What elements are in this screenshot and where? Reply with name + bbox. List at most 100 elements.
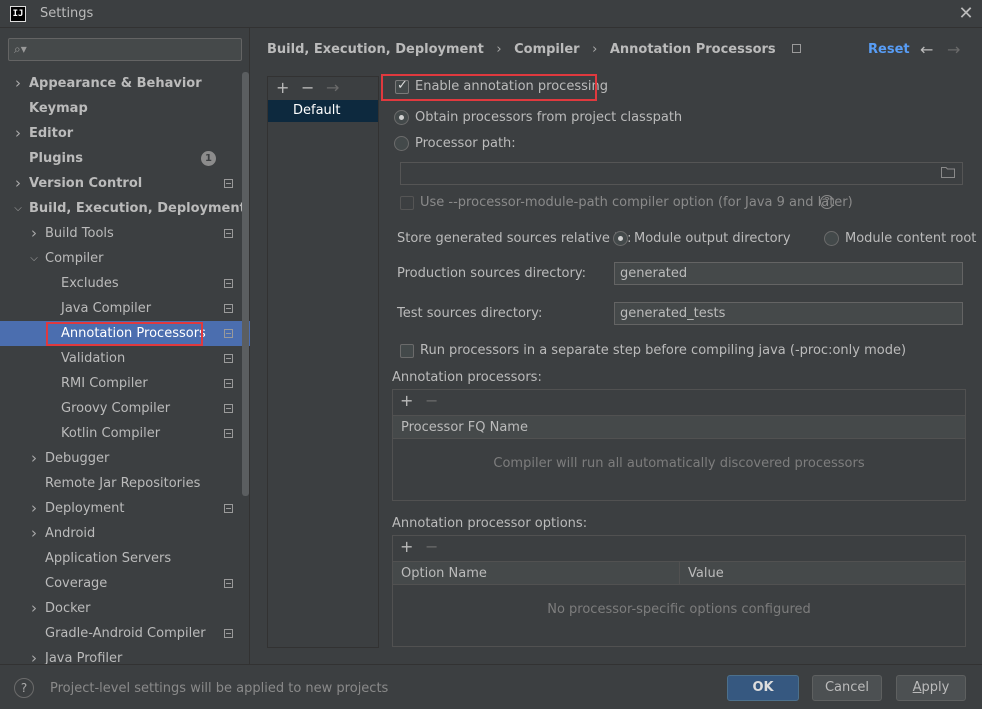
chevron-right-icon[interactable]: › xyxy=(12,171,24,196)
test-dir-input[interactable]: generated_tests xyxy=(614,302,963,325)
sidebar-item-application-servers[interactable]: Application Servers xyxy=(0,546,240,571)
help-button[interactable]: ? xyxy=(14,678,34,698)
project-scope-icon xyxy=(224,329,233,338)
obtain-from-classpath-radio[interactable] xyxy=(394,110,409,125)
sidebar-item-groovy-compiler[interactable]: Groovy Compiler xyxy=(0,396,240,421)
chevron-right-icon: › xyxy=(592,42,598,57)
app-logo-icon: IJ xyxy=(10,6,26,22)
sidebar-item-build-tools[interactable]: › Build Tools xyxy=(0,221,240,246)
sidebar-item-android[interactable]: › Android xyxy=(0,521,240,546)
breadcrumb-item-annotation-processors: Annotation Processors xyxy=(609,42,776,57)
breadcrumb-item-build[interactable]: Build, Execution, Deployment xyxy=(267,42,484,57)
settings-search-input[interactable] xyxy=(8,38,242,61)
processor-path-radio[interactable] xyxy=(394,136,409,151)
module-content-root-radio[interactable] xyxy=(824,231,839,246)
sidebar-item-label: Compiler xyxy=(45,251,104,266)
sidebar-item-keymap[interactable]: Keymap xyxy=(0,96,240,121)
remove-processor-button[interactable]: − xyxy=(425,391,438,411)
sidebar-item-editor[interactable]: › Editor xyxy=(0,121,240,146)
chevron-right-icon[interactable]: › xyxy=(12,71,24,96)
forward-arrow-icon[interactable]: → xyxy=(947,40,960,59)
project-scope-icon xyxy=(224,429,233,438)
close-window-button[interactable]: ✕ xyxy=(954,2,978,26)
production-dir-label: Production sources directory: xyxy=(397,266,586,281)
sidebar-item-java-compiler[interactable]: Java Compiler xyxy=(0,296,240,321)
sidebar-item-kotlin-compiler[interactable]: Kotlin Compiler xyxy=(0,421,240,446)
sidebar-item-appearance-behavior[interactable]: › Appearance & Behavior xyxy=(0,71,240,96)
sidebar-item-docker[interactable]: › Docker xyxy=(0,596,240,621)
sidebar-item-label: Kotlin Compiler xyxy=(61,426,161,441)
module-path-option-checkbox[interactable] xyxy=(400,196,414,210)
sidebar-item-debugger[interactable]: › Debugger xyxy=(0,446,240,471)
obtain-from-classpath-label[interactable]: Obtain processors from project classpath xyxy=(415,110,682,125)
apply-button[interactable]: Apply xyxy=(896,675,966,701)
sidebar-item-label: Coverage xyxy=(45,576,108,591)
sidebar-item-label: Gradle-Android Compiler xyxy=(45,626,206,641)
value-column-header[interactable]: Value xyxy=(680,561,965,585)
separate-step-label[interactable]: Run processors in a separate step before… xyxy=(420,343,906,358)
annotation-processors-section-label: Annotation processors: xyxy=(392,370,542,385)
module-content-root-label[interactable]: Module content root xyxy=(845,231,976,246)
breadcrumb-item-compiler[interactable]: Compiler xyxy=(514,42,579,57)
module-path-option-label: Use --processor-module-path compiler opt… xyxy=(420,195,853,210)
annotation-processors-table xyxy=(392,389,966,501)
project-scope-icon xyxy=(224,304,233,313)
sidebar-item-label: Validation xyxy=(61,351,126,366)
project-scope-icon xyxy=(792,44,802,53)
add-profile-button[interactable]: + xyxy=(276,78,289,98)
chevron-right-icon: › xyxy=(496,42,502,57)
sidebar-item-deployment[interactable]: › Deployment xyxy=(0,496,240,521)
breadcrumb: Build, Execution, Deployment › Compiler … xyxy=(267,42,809,60)
sidebar-item-label: Editor xyxy=(29,126,74,141)
ok-button[interactable]: OK xyxy=(727,675,799,701)
help-icon[interactable]: ? xyxy=(820,195,834,209)
processor-path-field[interactable] xyxy=(400,162,963,185)
updates-badge: 1 xyxy=(201,151,216,166)
chevron-right-icon[interactable]: › xyxy=(28,496,40,521)
processor-path-label[interactable]: Processor path: xyxy=(415,136,516,151)
highlight-annotation-processors-item xyxy=(46,322,203,346)
reset-link[interactable]: Reset xyxy=(868,42,910,57)
sidebar-item-label: RMI Compiler xyxy=(61,376,148,391)
project-scope-icon xyxy=(224,404,233,413)
chevron-right-icon[interactable]: › xyxy=(28,221,40,246)
sidebar-item-compiler[interactable]: ⌵ Compiler xyxy=(0,246,240,271)
sidebar-item-rmi-compiler[interactable]: RMI Compiler xyxy=(0,371,240,396)
move-profile-button[interactable]: → xyxy=(326,78,339,98)
separate-step-checkbox[interactable] xyxy=(400,344,414,358)
sidebar-item-plugins[interactable]: Plugins 1 xyxy=(0,146,240,171)
sidebar-item-validation[interactable]: Validation xyxy=(0,346,240,371)
chevron-down-icon[interactable]: ⌵ xyxy=(28,246,40,271)
search-icon: ⌕▾ xyxy=(14,42,27,56)
sidebar-item-excludes[interactable]: Excludes xyxy=(0,271,240,296)
sidebar-item-coverage[interactable]: Coverage xyxy=(0,571,240,596)
remove-option-button[interactable]: − xyxy=(425,537,438,557)
sidebar-item-label: Keymap xyxy=(29,101,88,116)
cancel-button[interactable]: Cancel xyxy=(812,675,882,701)
production-dir-input[interactable]: generated xyxy=(614,262,963,285)
sidebar-item-label: Remote Jar Repositories xyxy=(45,476,201,491)
add-processor-button[interactable]: + xyxy=(400,391,413,411)
chevron-right-icon[interactable]: › xyxy=(28,521,40,546)
module-output-radio[interactable] xyxy=(613,231,628,246)
sidebar-item-build-execution-deployment[interactable]: ⌵ Build, Execution, Deployment xyxy=(0,196,246,221)
folder-icon[interactable] xyxy=(941,166,955,178)
sidebar-item-version-control[interactable]: › Version Control xyxy=(0,171,240,196)
sidebar-scrollbar[interactable] xyxy=(242,72,249,496)
back-arrow-icon[interactable]: ← xyxy=(920,40,933,59)
remove-profile-button[interactable]: − xyxy=(301,78,314,98)
add-option-button[interactable]: + xyxy=(400,537,413,557)
sidebar-item-gradle-android-compiler[interactable]: Gradle-Android Compiler xyxy=(0,621,240,646)
profile-item-default[interactable]: Default xyxy=(268,100,378,122)
sidebar-item-label: Java Compiler xyxy=(61,301,152,316)
option-name-column-header[interactable]: Option Name xyxy=(393,561,680,585)
apply-mnemonic: A xyxy=(912,680,922,695)
chevron-right-icon[interactable]: › xyxy=(28,596,40,621)
module-output-label[interactable]: Module output directory xyxy=(634,231,791,246)
chevron-down-icon[interactable]: ⌵ xyxy=(12,196,24,221)
processor-fq-name-column-header[interactable]: Processor FQ Name xyxy=(393,415,965,439)
chevron-right-icon[interactable]: › xyxy=(12,121,24,146)
sidebar-item-remote-jar-repositories[interactable]: Remote Jar Repositories xyxy=(0,471,240,496)
options-empty-text: No processor-specific options configured xyxy=(547,602,811,617)
chevron-right-icon[interactable]: › xyxy=(28,446,40,471)
